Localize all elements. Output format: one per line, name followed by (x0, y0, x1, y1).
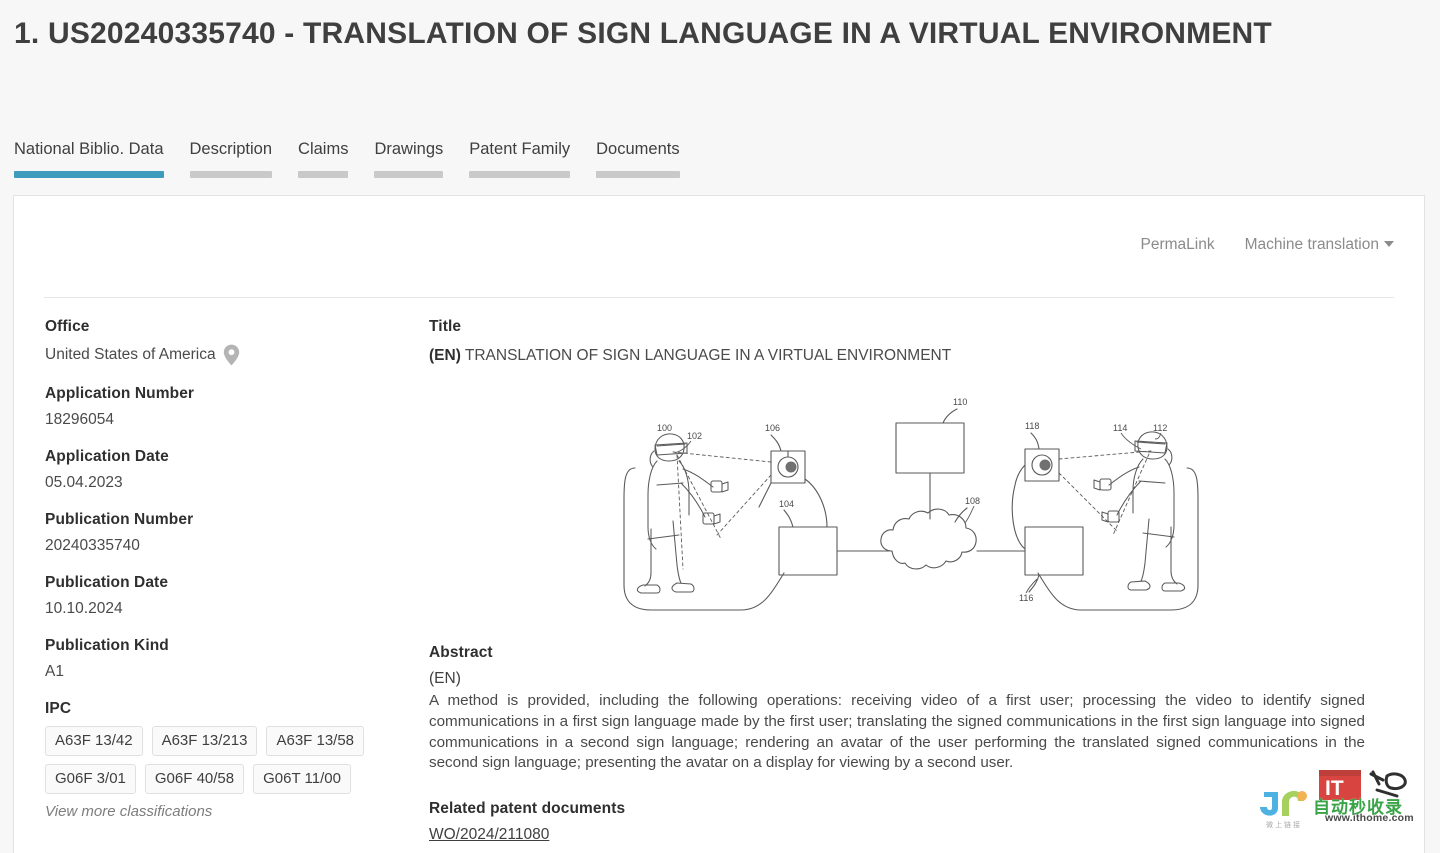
tab-label: National Biblio. Data (14, 140, 164, 158)
title-value: TRANSLATION OF SIGN LANGUAGE IN A VIRTUA… (464, 347, 952, 364)
field-office: Office United States of America (45, 318, 429, 366)
office-value: United States of America (45, 346, 216, 363)
publication-kind-value: A1 (45, 663, 64, 680)
tab-underline (189, 170, 273, 178)
tab-underline (469, 170, 571, 178)
tab-description[interactable]: Description (189, 138, 273, 178)
related-documents-block: Related patent documents WO/2024/211080 (429, 800, 1393, 844)
ref-118: 118 (1025, 421, 1039, 431)
machine-translation-dropdown[interactable]: Machine translation (1245, 236, 1394, 254)
title-label: Title (429, 318, 462, 335)
ref-112: 112 (1153, 423, 1167, 433)
tab-claims[interactable]: Claims (298, 138, 349, 178)
related-label: Related patent documents (429, 799, 626, 817)
location-pin-icon (223, 344, 240, 366)
field-label: Application Number (45, 385, 195, 402)
field-label: Publication Kind (45, 637, 169, 654)
machine-translation-label: Machine translation (1244, 236, 1379, 253)
view-more-classifications-link[interactable]: View more classifications (45, 803, 429, 820)
tab-bar: National Biblio. Data Description Claims… (14, 138, 706, 178)
field-label: IPC (45, 700, 72, 717)
title-lang-tag: (EN) (429, 347, 461, 364)
card-toolbar: PermaLink Machine translation (1140, 236, 1394, 254)
patent-detail-page: 1. US20240335740 - TRANSLATION OF SIGN L… (0, 0, 1440, 853)
application-date-value: 05.04.2023 (45, 474, 123, 491)
tab-patent-family[interactable]: Patent Family (469, 138, 571, 178)
page-title: 1. US20240335740 - TRANSLATION OF SIGN L… (14, 17, 1272, 50)
field-application-number: Application Number 18296054 (45, 385, 429, 429)
abstract-block: Abstract (EN) A method is provided, incl… (429, 644, 1393, 774)
ref-108: 108 (965, 496, 980, 506)
ipc-chip-list: A63F 13/42 A63F 13/213 A63F 13/58 G06F 3… (45, 726, 385, 794)
tab-underline (374, 170, 444, 178)
biblio-card: PermaLink Machine translation Office Uni… (13, 195, 1425, 853)
ref-116: 116 (1019, 593, 1033, 603)
field-label: Publication Date (45, 574, 169, 591)
ipc-chip[interactable]: G06T 11/00 (253, 764, 351, 794)
ipc-chip[interactable]: G06F 40/58 (144, 764, 245, 794)
tab-label: Description (189, 140, 273, 158)
jr-watermark-subtitle: 微上链接 (1266, 822, 1302, 829)
field-publication-date: Publication Date 10.10.2024 (45, 574, 429, 618)
tab-label: Drawings (374, 140, 444, 158)
biblio-body: Office United States of America Applicat… (14, 318, 1424, 844)
tab-label: Patent Family (469, 140, 571, 158)
ithome-watermark-url: www.ithome.com (1325, 812, 1414, 824)
tab-label: Claims (298, 140, 349, 158)
chevron-down-icon (1384, 241, 1394, 247)
ref-106: 106 (765, 423, 780, 433)
field-application-date: Application Date 05.04.2023 (45, 448, 429, 492)
biblio-right-column: Title (EN) TRANSLATION OF SIGN LANGUAGE … (429, 318, 1424, 844)
ref-100: 100 (657, 423, 672, 433)
field-value-wrap: United States of America (45, 344, 429, 366)
publication-date-value: 10.10.2024 (45, 600, 123, 617)
ref-114: 114 (1113, 423, 1127, 433)
tab-documents[interactable]: Documents (596, 138, 680, 178)
related-document-link[interactable]: WO/2024/211080 (429, 826, 549, 843)
field-publication-number: Publication Number 20240335740 (45, 511, 429, 555)
ipc-chip[interactable]: A63F 13/58 (266, 726, 365, 756)
title-value-row: (EN) TRANSLATION OF SIGN LANGUAGE IN A V… (429, 344, 1393, 367)
tab-national-biblio-data[interactable]: National Biblio. Data (14, 138, 164, 178)
field-ipc: IPC A63F 13/42 A63F 13/213 A63F 13/58 G0… (45, 700, 429, 820)
field-label: Office (45, 318, 90, 335)
card-divider (44, 297, 1394, 298)
patent-figure[interactable]: 100 102 106 104 110 108 118 114 112 116 (429, 389, 1393, 624)
ipc-chip[interactable]: G06F 3/01 (45, 764, 136, 794)
title-block: Title (EN) TRANSLATION OF SIGN LANGUAGE … (429, 318, 1393, 367)
tab-underline (596, 170, 680, 178)
ref-110: 110 (953, 397, 967, 407)
field-label: Application Date (45, 448, 169, 465)
ipc-chip[interactable]: A63F 13/213 (151, 726, 258, 756)
tab-label: Documents (596, 140, 680, 158)
application-number-value: 18296054 (45, 411, 114, 428)
tab-drawings[interactable]: Drawings (374, 138, 444, 178)
biblio-left-column: Office United States of America Applicat… (14, 318, 429, 844)
permalink-button[interactable]: PermaLink (1140, 236, 1214, 254)
tab-underline-active (14, 170, 164, 178)
abstract-text: A method is provided, including the foll… (429, 692, 1365, 772)
ipc-chip[interactable]: A63F 13/42 (45, 726, 143, 756)
publication-number-value: 20240335740 (45, 537, 140, 554)
ref-104: 104 (779, 499, 794, 509)
abstract-label: Abstract (429, 644, 493, 662)
abstract-lang-tag: (EN) (429, 670, 461, 688)
field-label: Publication Number (45, 511, 194, 528)
field-publication-kind: Publication Kind A1 (45, 637, 429, 681)
tab-underline (298, 170, 349, 178)
ref-102: 102 (687, 431, 702, 441)
